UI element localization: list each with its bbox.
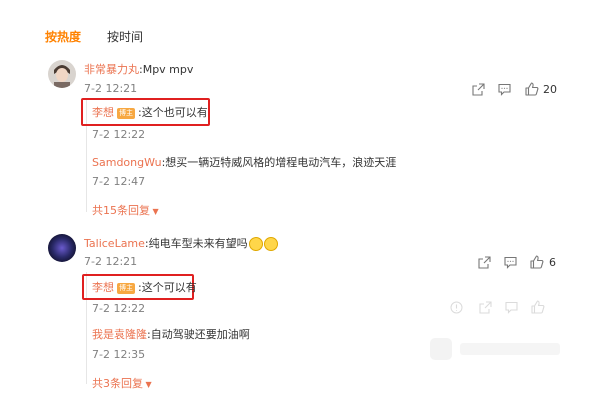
emoji-icon	[248, 237, 263, 251]
caret-down-icon: ▼	[143, 380, 152, 389]
reply-text: :这个也可以有	[138, 106, 208, 119]
like-icon[interactable]	[531, 300, 545, 314]
reply-author[interactable]: 我是袁隆隆	[92, 328, 147, 341]
share-icon[interactable]	[478, 300, 492, 314]
share-icon[interactable]	[477, 255, 491, 269]
comment-icon[interactable]	[503, 255, 517, 269]
comment-text: :纯电车型未来有望吗	[144, 237, 248, 250]
comment-author[interactable]: 非常暴力丸	[84, 63, 139, 76]
reply-line: 我是袁隆隆:自动驾驶还要加油啊	[92, 326, 250, 342]
report-icon[interactable]	[449, 300, 463, 314]
reply-text: :这个可以有	[138, 281, 197, 294]
comment-time: 7-2 12:21	[84, 82, 138, 95]
more-replies-label: 共3条回复	[92, 377, 143, 390]
comment-line: 非常暴力丸:Mpv mpv	[84, 61, 193, 77]
reply-time: 7-2 12:22	[92, 302, 146, 315]
more-replies-link[interactable]: 共3条回复 ▼	[92, 375, 152, 391]
reply-text: :自动驾驶还要加油啊	[147, 328, 250, 341]
reply-author[interactable]: SamdongWu	[92, 156, 162, 169]
tab-time[interactable]: 按时间	[107, 28, 143, 45]
more-replies-link[interactable]: 共15条回复 ▼	[92, 202, 159, 218]
tab-hot[interactable]: 按热度	[45, 28, 81, 45]
like-count: 6	[549, 256, 556, 269]
reply-author[interactable]: 李想	[92, 106, 114, 119]
emoji-icon	[263, 237, 278, 251]
comment-icon[interactable]	[497, 82, 511, 96]
reply-line: 李想 博主:这个可以有	[92, 279, 197, 295]
comment-icon[interactable]	[504, 300, 518, 314]
comment-time: 7-2 12:21	[84, 255, 138, 268]
reply-line: SamdongWu:想买一辆迈特威风格的增程电动汽车，浪迹天涯	[92, 154, 396, 170]
reply-time: 7-2 12:47	[92, 175, 146, 188]
comment-text: :Mpv mpv	[139, 63, 194, 76]
caret-down-icon: ▼	[150, 207, 159, 216]
comment-author[interactable]: TaliceLame	[84, 237, 145, 250]
reply-text: :想买一辆迈特威风格的增程电动汽车，浪迹天涯	[161, 156, 397, 169]
watermark-logo	[428, 332, 568, 370]
avatar[interactable]	[48, 60, 76, 88]
reply-author[interactable]: 李想	[92, 281, 114, 294]
like-count: 20	[543, 83, 557, 96]
comment-line: TaliceLame:纯电车型未来有望吗	[84, 235, 278, 251]
reply-time: 7-2 12:22	[92, 128, 146, 141]
reply-line: 李想 博主:这个也可以有	[92, 104, 208, 120]
more-replies-label: 共15条回复	[92, 204, 150, 217]
like-icon[interactable]	[525, 82, 539, 96]
blogger-badge: 博主	[117, 107, 135, 119]
share-icon[interactable]	[471, 82, 485, 96]
avatar[interactable]	[48, 234, 76, 262]
blogger-badge: 博主	[117, 282, 135, 294]
like-icon[interactable]	[530, 255, 544, 269]
reply-time: 7-2 12:35	[92, 348, 146, 361]
